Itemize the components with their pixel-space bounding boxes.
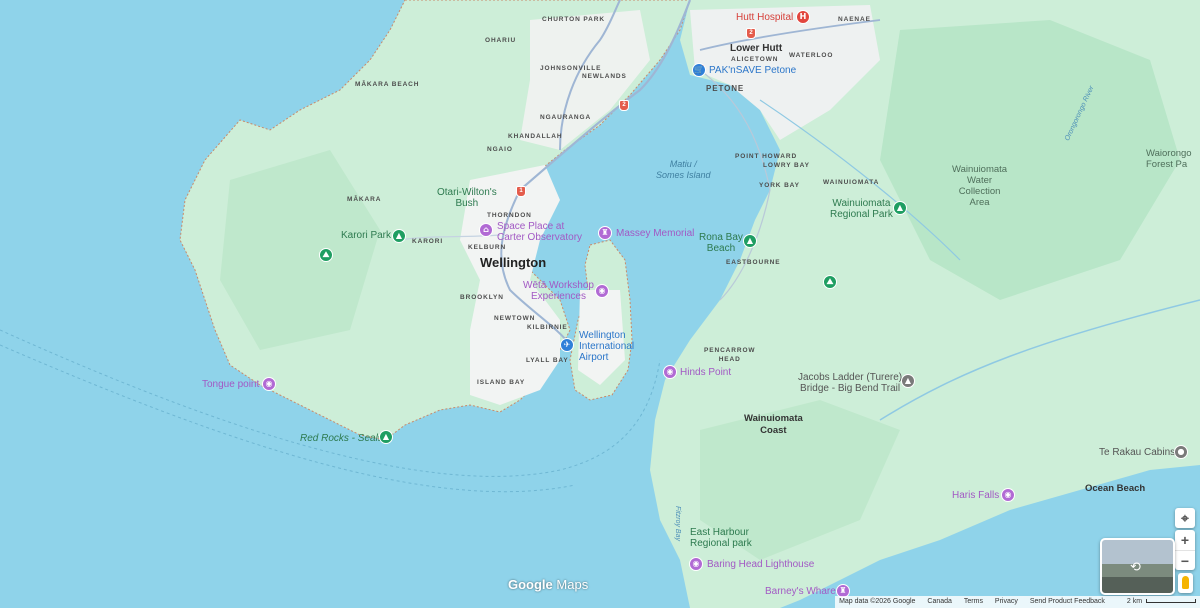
highway-shield-2-north: 2 (746, 28, 756, 39)
map-data-attribution: Map data ©2026 Google (839, 598, 916, 605)
my-location-button[interactable]: ⌖ (1175, 508, 1195, 528)
pegman-icon[interactable] (1178, 573, 1193, 593)
terms-link[interactable]: Terms (964, 598, 983, 605)
suburb-khandallah: KHANDALLAH (508, 133, 563, 140)
poi-te-rakau-cabins[interactable]: Te Rakau Cabins (1099, 447, 1175, 458)
zoom-in-button[interactable]: + (1175, 530, 1195, 551)
country-link[interactable]: Canada (927, 598, 952, 605)
cabin-icon[interactable]: ● (1174, 445, 1188, 459)
suburb-karori: KARORI (412, 238, 444, 245)
suburb-newtown: NEWTOWN (494, 315, 536, 322)
beach-icon[interactable]: ▲ (743, 234, 757, 248)
send-feedback-link[interactable]: Send Product Feedback (1030, 598, 1105, 605)
city-ocean-beach: Ocean Beach (1085, 483, 1146, 494)
poi-massey-memorial[interactable]: Massey Memorial (616, 228, 694, 239)
poi-weta-workshop[interactable]: Wētā Workshop Experiences (523, 280, 594, 302)
suburb-makara: MĀKARA (347, 196, 382, 203)
poi-space-place[interactable]: Space Place at Carter Observatory (497, 221, 582, 243)
logo-google-text: Google (508, 577, 553, 592)
suburb-makara-beach: MĀKARA BEACH (355, 81, 420, 88)
scale-line (1146, 599, 1196, 604)
viewpoint-icon[interactable]: ◉ (262, 377, 276, 391)
highway-shield-1: 1 (516, 186, 526, 197)
suburb-newlands: NEWLANDS (582, 73, 627, 80)
shopping-cart-icon[interactable]: 🛒 (692, 63, 706, 77)
rotate-view-icon: ⟲ (1130, 560, 1141, 575)
zoom-out-button[interactable]: − (1175, 551, 1195, 570)
park-icon-east[interactable]: ⛰ (823, 275, 837, 289)
suburb-naenae: NAENAE (838, 16, 871, 23)
city-wainuiomata-coast: Wainuiomata Coast (744, 413, 803, 436)
map-footer: Map data ©2026 Google Canada Terms Priva… (835, 596, 1200, 608)
poi-jacobs-ladder[interactable]: Jacobs Ladder (Turere) Bridge - Big Bend… (798, 372, 902, 394)
suburb-york-bay: YORK BAY (759, 182, 800, 189)
poi-hutt-hospital[interactable]: Hutt Hospital (736, 12, 793, 23)
waterfall-icon[interactable]: ◉ (1001, 488, 1015, 502)
poi-east-harbour-regional-park[interactable]: East Harbour Regional park (690, 527, 752, 549)
suburb-ohariu: OHARIU (485, 37, 517, 44)
label-wainuiomata-water-area: Wainuiomata Water Collection Area (952, 164, 1008, 208)
poi-wainuiomata-regional-park[interactable]: Wainuiomata Regional Park (830, 198, 893, 220)
airport-icon[interactable]: ✈ (560, 338, 574, 352)
poi-tongue-point[interactable]: Tongue point (202, 379, 259, 390)
suburb-ngauranga: NGAURANGA (540, 114, 592, 121)
zoom-controls: + − (1175, 530, 1195, 570)
suburb-lowry-bay: LOWRY BAY (763, 162, 810, 169)
label-matiu-somes-island: Matiu / Somes Island (656, 159, 711, 180)
highway-shield-2: 2 (619, 100, 629, 111)
poi-paknsave-petone[interactable]: PAK'nSAVE Petone (709, 65, 796, 76)
lighthouse-icon[interactable]: ◉ (689, 557, 703, 571)
seal-colony-icon[interactable]: ▲ (379, 430, 393, 444)
monument-icon[interactable]: ♜ (598, 226, 612, 240)
scale-bar[interactable]: 2 km (1117, 598, 1196, 605)
suburb-waterloo: WATERLOO (789, 52, 834, 59)
city-wellington: Wellington (480, 255, 547, 270)
poi-otari-wiltons-bush[interactable]: Otari-Wilton's Bush (437, 187, 497, 209)
poi-barneys-whare[interactable]: Barney's Whare (765, 586, 836, 597)
suburb-pencarrow-head: PENCARROW HEAD (704, 347, 756, 363)
scale-label: 2 km (1126, 598, 1143, 605)
suburb-lyall-bay: LYALL BAY (526, 357, 569, 364)
location-target-icon: ⌖ (1181, 510, 1189, 526)
suburb-alicetown: ALICETOWN (731, 56, 779, 63)
suburb-brooklyn: BROOKLYN (460, 294, 504, 301)
viewpoint-icon-hinds[interactable]: ◉ (663, 365, 677, 379)
poi-hinds-point[interactable]: Hinds Point (680, 367, 731, 378)
city-lower-hutt: Lower Hutt (730, 43, 783, 54)
hospital-icon[interactable]: H (796, 10, 810, 24)
park-icon-makara[interactable]: ⛰ (319, 248, 333, 262)
map-base-layer (0, 0, 1200, 608)
privacy-link[interactable]: Privacy (995, 598, 1018, 605)
suburb-island-bay: ISLAND BAY (477, 379, 526, 386)
suburb-petone: PETONE (706, 84, 745, 93)
poi-baring-head-lighthouse[interactable]: Baring Head Lighthouse (707, 559, 814, 570)
park-icon-wainuiomata[interactable]: ▲ (893, 201, 907, 215)
poi-red-rocks-seals[interactable]: Red Rocks - Seals (300, 433, 383, 444)
park-icon[interactable]: ▲ (392, 229, 406, 243)
suburb-churton-park: CHURTON PARK (542, 16, 605, 23)
suburb-kelburn: KELBURN (468, 244, 507, 251)
suburb-kilbirnie: KILBIRNIE (527, 324, 568, 331)
observatory-icon[interactable]: ⌂ (479, 223, 493, 237)
attraction-icon[interactable]: ◉ (595, 284, 609, 298)
poi-wellington-airport[interactable]: Wellington International Airport (579, 330, 634, 363)
logo-maps-text: Maps (556, 577, 589, 592)
poi-karori-park[interactable]: Karori Park (341, 230, 391, 241)
label-waiorongo-forest: Waiorongo Forest Pa (1146, 148, 1192, 170)
suburb-eastbourne: EASTBOURNE (726, 259, 781, 266)
google-maps-logo: Google Maps (508, 577, 588, 592)
suburb-point-howard: POINT HOWARD (735, 153, 798, 160)
suburb-wainuiomata: WAINUIOMATA (823, 179, 880, 186)
label-fitzroy-bay: Fitzroy Bay (674, 505, 682, 542)
street-view-thumbnail[interactable]: ⟲ (1100, 538, 1175, 595)
suburb-ngaio: NGAIO (487, 146, 513, 153)
suburb-johnsonville: JOHNSONVILLE (540, 65, 602, 72)
map-canvas[interactable]: CHURTON PARK OHARIU JOHNSONVILLE NEWLAND… (0, 0, 1200, 608)
poi-rona-bay-beach[interactable]: Rona Bay Beach (699, 232, 743, 254)
poi-haris-falls[interactable]: Haris Falls (952, 490, 999, 501)
poi-label: Hutt Hospital (736, 12, 794, 23)
trail-icon[interactable]: ▲ (901, 374, 915, 388)
suburb-thorndon: THORNDON (487, 212, 532, 219)
